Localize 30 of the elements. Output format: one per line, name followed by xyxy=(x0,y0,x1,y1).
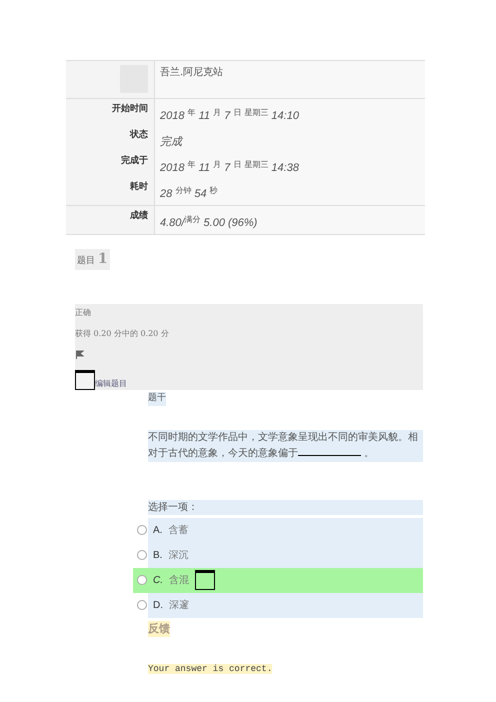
flag-icon[interactable] xyxy=(75,350,84,360)
field-value: 4.80/$^{满分}$ 5.00 (96%) xyxy=(160,214,258,230)
field-value: 2018 $^{年}$ 11 $^{月}$ 7 $^{日}$ $^{星期三}$ 14:38 xyxy=(160,159,300,175)
radio-button[interactable] xyxy=(137,575,147,585)
feedback-label: 反馈 xyxy=(148,620,170,637)
question-status: 正确 xyxy=(75,307,92,319)
radio-button[interactable] xyxy=(137,550,147,560)
choice-prompt: 选择一项： xyxy=(148,500,423,514)
answer-option[interactable]: A. 含蓄 xyxy=(133,518,423,542)
field-value: 28 $^{分钟}$ 54 $^{秒}$ xyxy=(160,185,219,201)
field-label: 完成于 xyxy=(120,155,148,168)
field-label: 耗时 xyxy=(128,181,148,194)
question-heading: 题目 1 xyxy=(75,249,110,270)
field-label: 开始时间 xyxy=(111,103,148,116)
field-value: 2018 $^{年}$ 11 $^{月}$ 7 $^{日}$ $^{星期三}$ 14:10 xyxy=(160,107,300,123)
field-label: 成绩 xyxy=(129,210,148,223)
radio-button[interactable] xyxy=(137,525,147,535)
field-value: 完成 xyxy=(160,134,184,149)
answer-option[interactable]: C. 含混 xyxy=(133,568,423,592)
broken-image-icon xyxy=(195,570,215,590)
stem-label: 题干 xyxy=(148,392,166,406)
fill-in-line xyxy=(298,454,361,456)
edit-question-link[interactable]: 编辑题目 xyxy=(95,378,127,390)
feedback-text: Your answer is correct. xyxy=(148,664,272,674)
question-mark: 获得 0.20 分中的 0.20 分 xyxy=(75,328,170,340)
radio-button[interactable] xyxy=(137,600,147,610)
answer-option[interactable]: B. 深沉 xyxy=(133,542,423,568)
field-label: 状态 xyxy=(128,129,148,142)
question-text: 不同时期的文学作品中，文学意象呈现出不同的审美风貌。相对于古代的意象，今天的意象偏于 。 xyxy=(148,430,423,462)
answer-option[interactable]: D. 深邃 xyxy=(133,592,423,618)
